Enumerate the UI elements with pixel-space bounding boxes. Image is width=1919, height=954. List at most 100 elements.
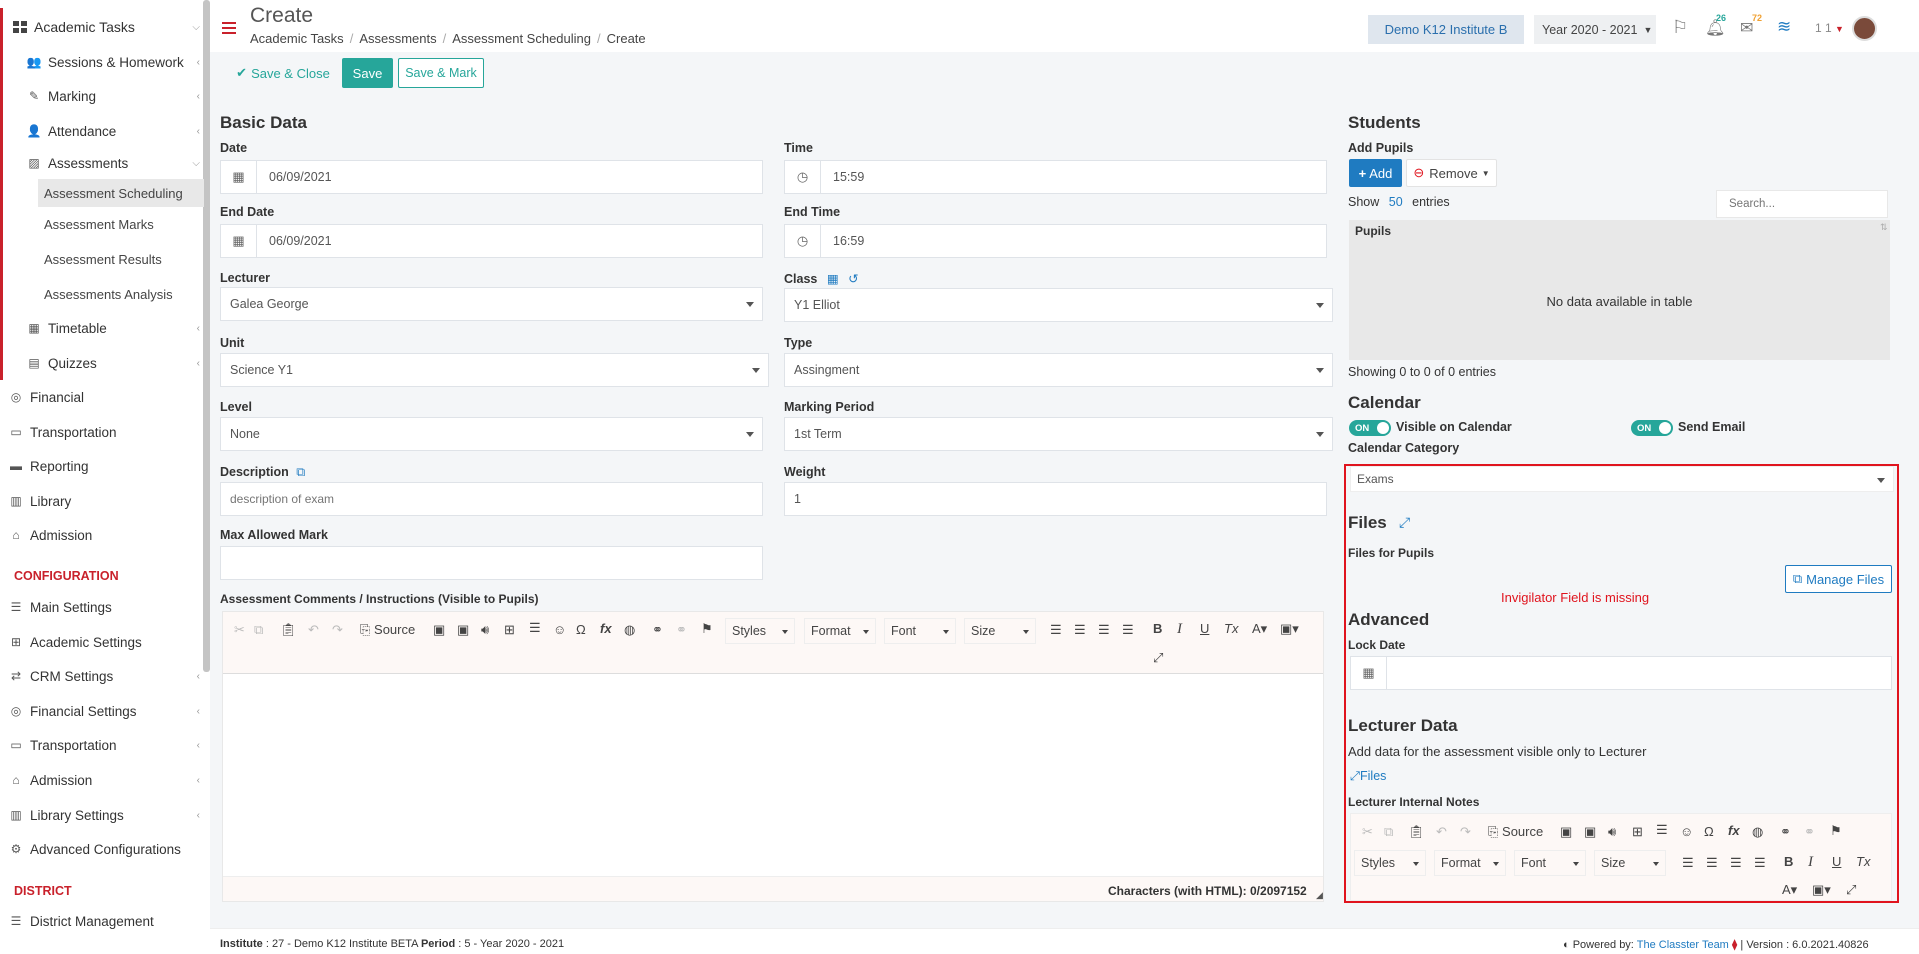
bold-icon[interactable]: B [1153, 621, 1162, 636]
sidebar-item-admission[interactable]: ⌂ Admission [8, 521, 204, 549]
formula-icon[interactable]: fx [1728, 823, 1740, 838]
footer-powered-link[interactable]: The Classter Team [1637, 939, 1729, 951]
source-button[interactable]: ⎘ Source [1488, 824, 1543, 840]
copy-icon[interactable]: ⧉ [296, 465, 305, 479]
table-icon[interactable]: ⊞ [504, 622, 515, 638]
hamburger-menu-icon[interactable] [222, 22, 236, 34]
sidebar-item-library[interactable]: ▥ Library [8, 487, 204, 515]
save-close-button[interactable]: ✔ Save & Close [233, 58, 333, 88]
sidebar-item-transportation[interactable]: ▭ Transportation [8, 418, 204, 446]
save-mark-button[interactable]: Save & Mark [398, 58, 484, 88]
maximize-icon[interactable]: ⤢ [1846, 882, 1856, 898]
sidebar-item-financial[interactable]: ◎ Financial [8, 383, 204, 411]
weight-input[interactable]: 1 [784, 482, 1327, 516]
align-center-icon[interactable]: ☰ [1706, 855, 1718, 871]
sidebar-item-assessment-marks[interactable]: Assessment Marks [44, 210, 204, 238]
image-icon[interactable]: ▣ [433, 622, 445, 638]
formula-icon[interactable]: fx [600, 621, 612, 636]
breadcrumb-assessments[interactable]: Assessments [359, 31, 436, 46]
omega-icon[interactable]: Ω [576, 622, 586, 637]
image-upload-icon[interactable]: ▣ [1584, 824, 1596, 840]
align-left-icon[interactable]: ☰ [1050, 622, 1062, 638]
bg-color-icon[interactable]: ▣▾ [1812, 882, 1831, 898]
sort-icon[interactable]: ⇅ [1880, 222, 1888, 233]
unlink-icon[interactable]: ⚭ [1804, 824, 1815, 840]
anchor-flag-icon[interactable]: ⚑ [1830, 823, 1842, 839]
italic-icon[interactable]: I [1177, 621, 1182, 638]
sidebar-item-advanced-configurations[interactable]: ⚙ Advanced Configurations [8, 835, 204, 863]
table-icon[interactable]: ⊞ [1632, 824, 1643, 840]
globe-icon[interactable]: ◍ [1752, 824, 1763, 840]
sidebar-item-academic-tasks[interactable]: Academic Tasks ⌵ [12, 13, 204, 41]
paste-icon[interactable]: 📋︎ [1408, 824, 1425, 840]
redo-icon[interactable]: ↷ [332, 622, 343, 638]
font-dropdown[interactable]: Font [884, 618, 956, 644]
italic-icon[interactable]: I [1808, 854, 1813, 871]
styles-dropdown[interactable]: Styles [1354, 850, 1426, 876]
horizontal-rule-icon[interactable]: ☰ [529, 620, 541, 636]
remove-format-icon[interactable]: Tx [1856, 854, 1870, 869]
align-center-icon[interactable]: ☰ [1074, 622, 1086, 638]
format-dropdown[interactable]: Format [1434, 850, 1506, 876]
description-input[interactable] [220, 482, 763, 516]
omega-icon[interactable]: Ω [1704, 824, 1714, 839]
sidebar-scrollbar[interactable] [203, 0, 210, 672]
format-dropdown[interactable]: Format [804, 618, 876, 644]
sidebar-item-timetable[interactable]: ▦ Timetable ‹ [26, 314, 204, 342]
lecturer-files-link[interactable]: ⤢Files [1350, 769, 1386, 784]
sidebar-item-reporting[interactable]: ▬ Reporting [8, 452, 204, 480]
image-icon[interactable]: ▣ [1560, 824, 1572, 840]
sidebar-item-district-management[interactable]: ☰ District Management [8, 907, 204, 935]
audio-icon[interactable]: 🔊︎ [1608, 824, 1616, 840]
sidebar-item-assessment-scheduling[interactable]: Assessment Scheduling [38, 179, 204, 207]
sidebar-item-attendance[interactable]: 👤 Attendance ‹ [26, 117, 204, 145]
send-email-toggle[interactable]: ON [1631, 420, 1673, 436]
justify-icon[interactable]: ☰ [1754, 855, 1766, 871]
sidebar-item-marking[interactable]: ✎ Marking ‹ [26, 82, 204, 110]
resize-handle-icon[interactable]: ◢ [1316, 890, 1323, 901]
bold-icon[interactable]: B [1784, 854, 1793, 869]
justify-icon[interactable]: ☰ [1122, 622, 1134, 638]
align-right-icon[interactable]: ☰ [1730, 855, 1742, 871]
sidebar-item-financial-settings[interactable]: ◎ Financial Settings ‹ [8, 697, 204, 725]
underline-icon[interactable]: U [1200, 621, 1209, 636]
sidebar-item-assessment-results[interactable]: Assessment Results [44, 245, 204, 273]
year-selector[interactable]: Year 2020 - 2021 ▼ [1534, 15, 1656, 44]
sidebar-item-assessments[interactable]: ▨ Assessments ⌵ [26, 149, 204, 177]
end-date-field[interactable]: ▦ 06/09/2021 [220, 224, 763, 258]
sidebar-item-sessions-homework[interactable]: 👥 Sessions & Homework ‹ [26, 48, 204, 76]
lecturer-select[interactable]: Galea George [220, 287, 763, 321]
undo-icon[interactable]: ↶ [1436, 824, 1447, 840]
save-button[interactable]: Save [342, 58, 393, 88]
link-icon[interactable]: ⚭ [652, 622, 663, 638]
user-menu-label[interactable]: 1 1 ▼ [1815, 21, 1844, 35]
paste-icon[interactable]: 📋︎ [280, 622, 297, 638]
institute-selector[interactable]: Demo K12 Institute B [1368, 15, 1524, 44]
bg-color-icon[interactable]: ▣▾ [1280, 621, 1299, 637]
image-upload-icon[interactable]: ▣ [457, 622, 469, 638]
class-select[interactable]: Y1 Elliot [784, 288, 1333, 322]
smiley-icon[interactable]: ☺ [553, 622, 566, 637]
size-dropdown[interactable]: Size [964, 618, 1036, 644]
breadcrumb-academic-tasks[interactable]: Academic Tasks [250, 31, 344, 46]
date-field[interactable]: ▦ 06/09/2021 [220, 160, 763, 194]
maximize-icon[interactable]: ⤢ [1153, 650, 1163, 666]
sidebar-item-main-settings[interactable]: ☰ Main Settings [8, 593, 204, 621]
undo-icon[interactable]: ↶ [308, 622, 319, 638]
source-button[interactable]: ⎘ Source [360, 622, 415, 638]
calendar-icon[interactable]: ▦ [827, 272, 839, 286]
type-select[interactable]: Assingment [784, 353, 1333, 387]
calendar-category-select[interactable]: Exams [1350, 466, 1894, 492]
copy-icon[interactable]: ⧉ [1384, 824, 1393, 840]
max-mark-input[interactable] [220, 546, 763, 580]
remove-format-icon[interactable]: Tx [1224, 621, 1238, 636]
anchor-flag-icon[interactable]: ⚑ [701, 621, 713, 637]
sidebar-item-transportation-settings[interactable]: ▭ Transportation ‹ [8, 731, 204, 759]
avatar[interactable] [1852, 16, 1877, 41]
marking-period-select[interactable]: 1st Term [784, 417, 1333, 451]
horizontal-rule-icon[interactable]: ☰ [1656, 822, 1668, 838]
visible-calendar-toggle[interactable]: ON [1349, 420, 1391, 436]
breadcrumb-assessment-scheduling[interactable]: Assessment Scheduling [452, 31, 591, 46]
sidebar-item-quizzes[interactable]: ▤ Quizzes ‹ [26, 349, 204, 377]
unit-select[interactable]: Science Y1 [220, 353, 769, 387]
